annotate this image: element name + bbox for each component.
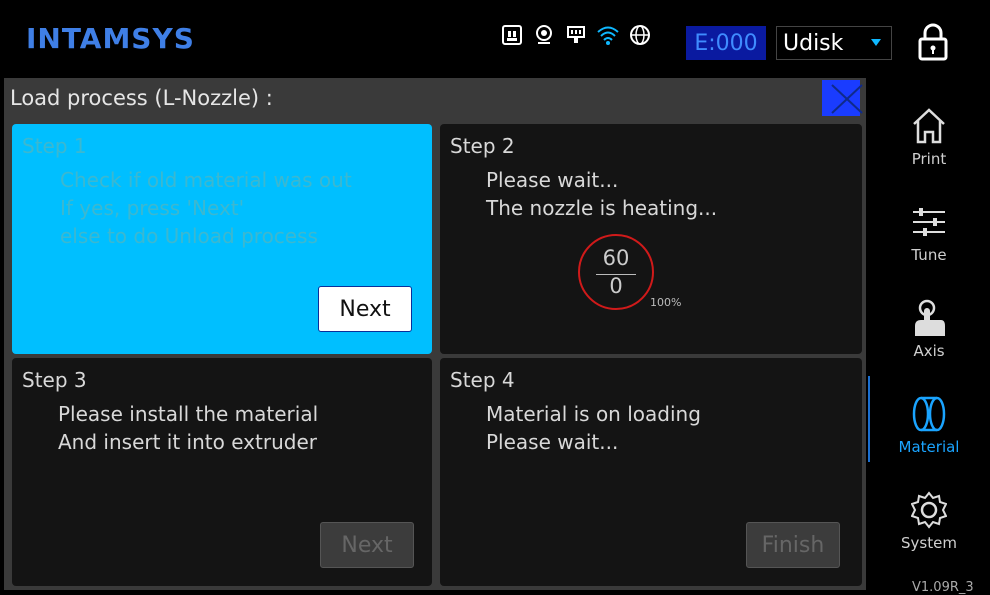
step-description: Please wait... The nozzle is heating... <box>486 168 718 220</box>
step-title: Step 4 <box>450 368 515 392</box>
webcam-icon <box>532 23 556 47</box>
brand-logo: INTAMSYS <box>26 22 195 55</box>
wifi-icon <box>596 23 620 47</box>
next-button-disabled[interactable]: Next <box>320 522 414 568</box>
close-icon <box>831 84 863 114</box>
close-button[interactable] <box>822 80 863 116</box>
globe-icon <box>628 23 652 47</box>
status-icons <box>500 23 652 47</box>
sidebar-nav: Print Tune Axis Material System <box>868 78 990 590</box>
step-description: Material is on loading Please wait... <box>486 402 701 454</box>
gear-icon <box>911 491 947 529</box>
heater-percent: 100% <box>650 296 682 309</box>
sidebar-item-material[interactable]: Material <box>868 380 990 472</box>
top-bar: INTAMSYS E:000 Udisk <box>0 0 990 78</box>
target-temperature: 60 <box>602 246 630 270</box>
sidebar-item-label: Tune <box>911 246 947 264</box>
step-1-card: Step 1 Check if old material was out If … <box>12 124 432 354</box>
nav-selection-indicator <box>868 376 870 462</box>
step-description: Check if old material was out If yes, pr… <box>60 168 352 248</box>
finish-button-disabled[interactable]: Finish <box>746 522 840 568</box>
sd-card-icon <box>500 23 524 47</box>
step-title: Step 3 <box>22 368 87 392</box>
sidebar-item-label: Material <box>898 438 960 456</box>
firmware-version: V1.09R_3 <box>912 580 974 595</box>
step-4-card: Step 4 Material is on loading Please wai… <box>440 358 862 586</box>
storage-select[interactable]: Udisk <box>776 26 892 60</box>
hand-pointer-icon <box>915 299 945 336</box>
ethernet-icon <box>564 23 588 47</box>
panel-title: Load process (L-Nozzle) : <box>10 86 273 110</box>
sidebar-item-tune[interactable]: Tune <box>868 188 990 280</box>
step-title: Step 1 <box>22 134 87 158</box>
filament-icon <box>912 396 946 432</box>
sliders-icon <box>913 208 945 236</box>
sidebar-item-label: Axis <box>913 342 945 360</box>
sidebar-item-label: System <box>901 534 957 552</box>
step-2-card: Step 2 Please wait... The nozzle is heat… <box>440 124 862 354</box>
storage-select-value: Udisk <box>783 30 844 56</box>
step-description: Please install the material And insert i… <box>58 402 319 454</box>
chevron-down-icon <box>871 39 881 46</box>
nozzle-temperature-gauge: 60 0 <box>578 234 654 310</box>
lock-icon[interactable] <box>916 22 950 62</box>
home-icon <box>913 108 945 144</box>
step-3-card: Step 3 Please install the material And i… <box>12 358 432 586</box>
current-temperature: 0 <box>609 274 623 298</box>
sidebar-item-system[interactable]: System <box>868 476 990 568</box>
step-title: Step 2 <box>450 134 515 158</box>
error-code-badge: E:000 <box>686 26 766 60</box>
sidebar-item-print[interactable]: Print <box>868 92 990 184</box>
sidebar-item-label: Print <box>911 150 947 168</box>
next-button[interactable]: Next <box>318 286 412 332</box>
sidebar-item-axis[interactable]: Axis <box>868 284 990 376</box>
